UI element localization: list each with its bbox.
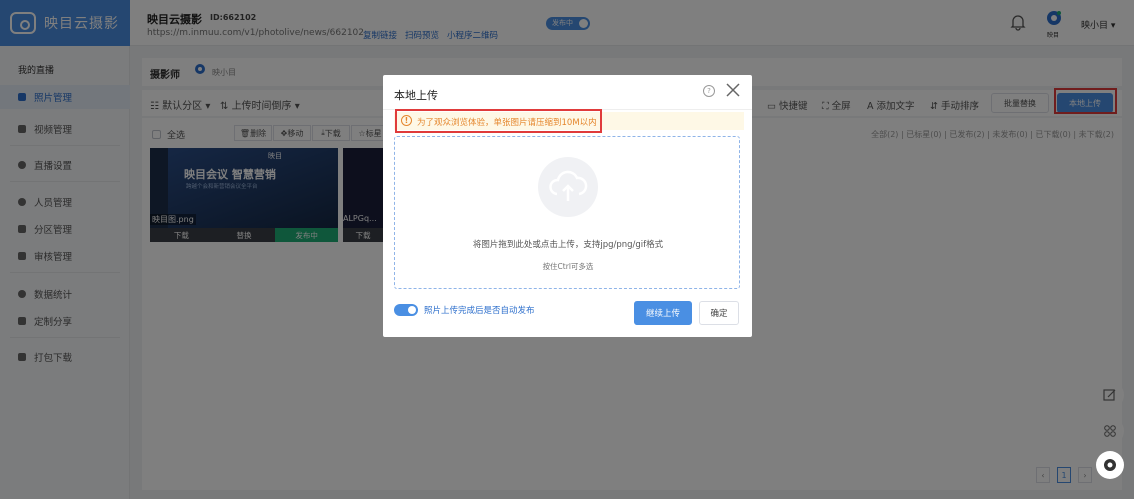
help-icon[interactable]: ?	[703, 85, 715, 97]
auto-publish-toggle[interactable]	[394, 304, 418, 316]
highlight-box	[395, 109, 602, 133]
dialog-title: 本地上传	[394, 89, 438, 102]
continue-upload-button[interactable]: 继续上传	[634, 301, 692, 325]
close-icon[interactable]	[725, 82, 741, 98]
multi-select-hint: 按住Ctrl可多选	[542, 262, 594, 271]
confirm-button[interactable]: 确定	[699, 301, 739, 325]
auto-publish-label: 照片上传完成后是否自动发布	[424, 306, 535, 316]
drop-instructions: 将图片拖到此处或点击上传，支持jpg/png/gif格式	[472, 240, 664, 250]
upload-drop-zone[interactable]: 将图片拖到此处或点击上传，支持jpg/png/gif格式 按住Ctrl可多选	[394, 136, 740, 289]
upload-cloud-icon	[538, 157, 598, 217]
support-float-button[interactable]	[1096, 451, 1124, 479]
local-upload-dialog: 本地上传 ? ! 为了观众浏览体验，单张图片请压缩到10M以内 将图片拖到此处或…	[383, 75, 752, 337]
headset-icon	[1104, 459, 1116, 471]
